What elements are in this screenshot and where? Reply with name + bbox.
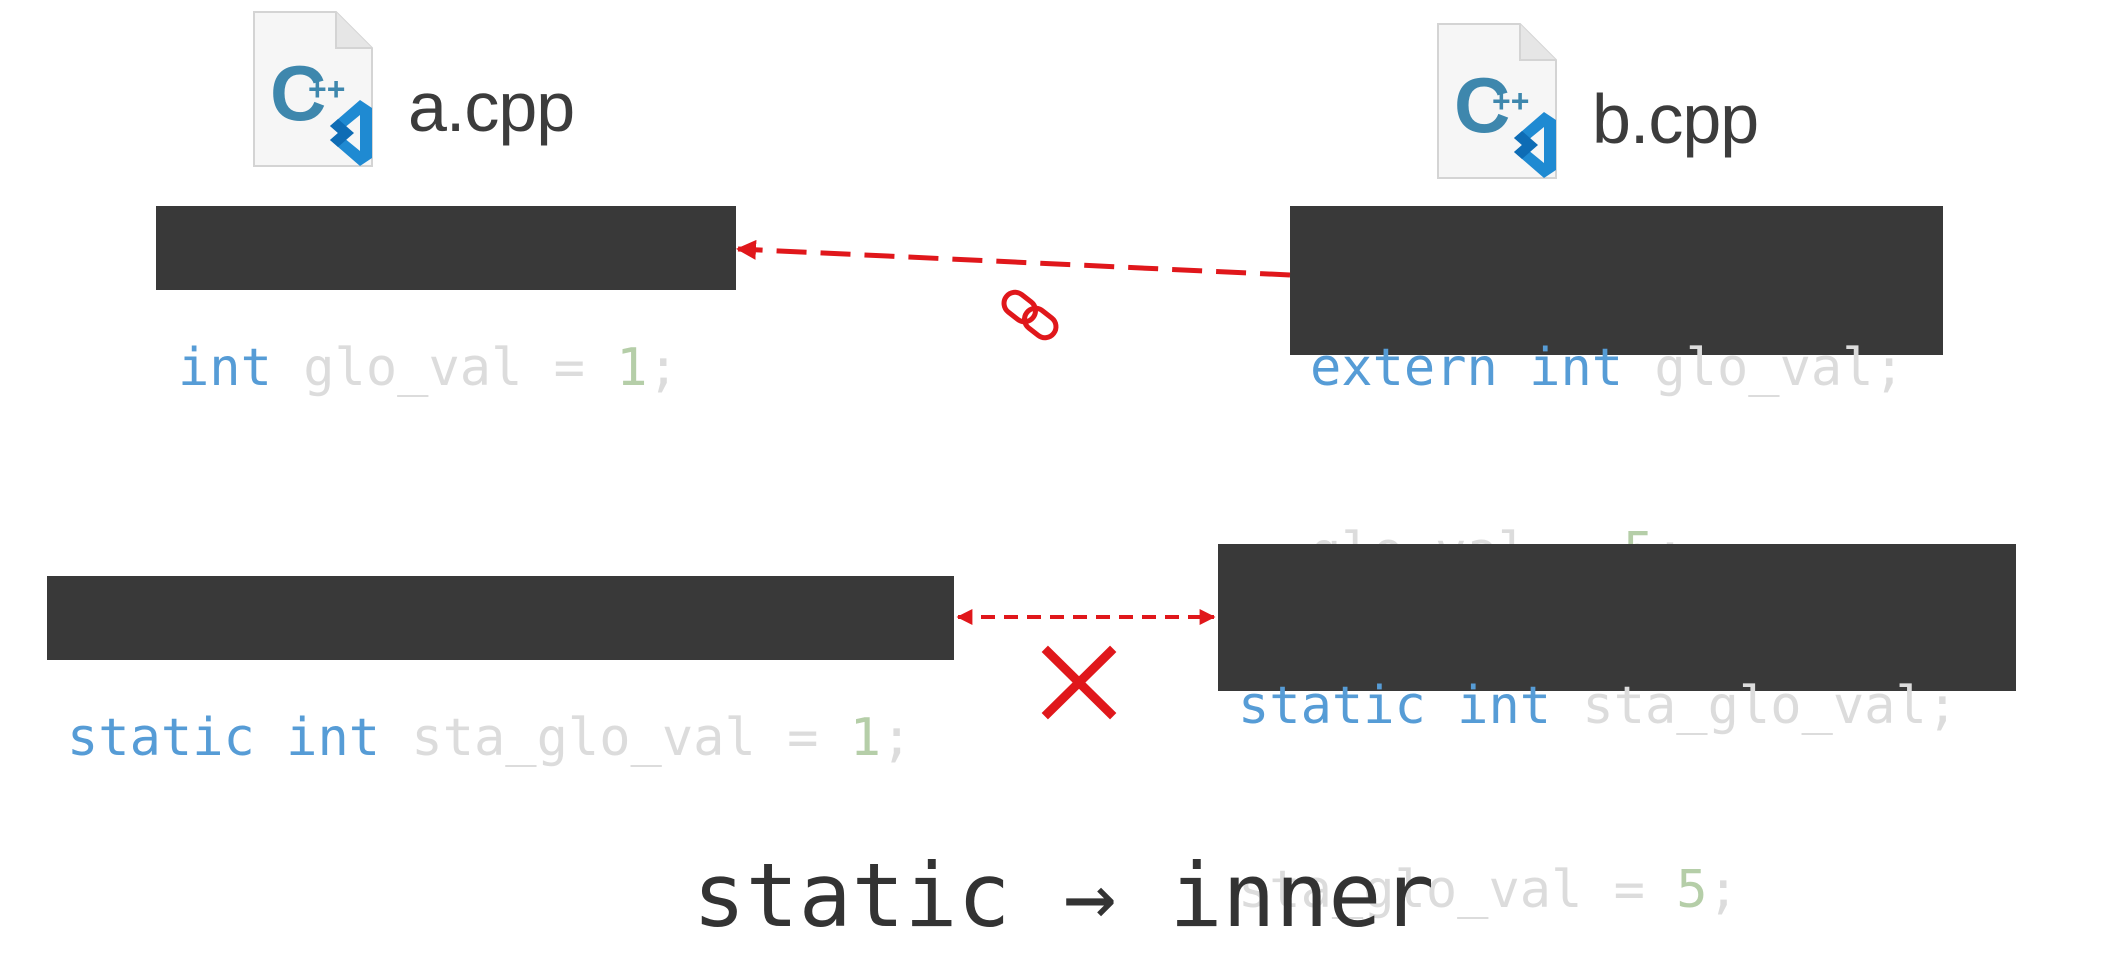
keyword-token: int [286,708,381,768]
code-text: glo_val; [1623,338,1905,398]
code-block-a-global: int glo_val = 1; [156,206,736,398]
cpp-file-icon-a: C ++ [253,11,373,167]
code-block-a-static: static int sta_glo_val = 1; [47,576,954,768]
cpp-file-icon-b: C ++ [1437,23,1557,179]
keyword-token: static [1238,676,1426,736]
link-icon [1001,289,1059,341]
keyword-token: int [178,338,272,398]
file-name-a: a.cpp [408,68,575,146]
link-connector-line [736,239,1291,278]
code-text: sta_glo_val; [1551,676,1959,736]
keyword-token: int [1529,338,1624,398]
keyword-token: extern [1310,338,1498,398]
code-text: sta_glo_val = [380,708,850,768]
number-token: 1 [849,708,881,768]
code-line: int glo_val = 1; [178,336,736,400]
code-block-b-global: extern int glo_val; glo_val = 5; [1290,206,1943,582]
code-line: static int sta_glo_val = 1; [67,706,954,770]
code-line: static int sta_glo_val; [1238,674,2016,738]
cpp-plus: ++ [1492,83,1529,119]
code-block-b-static: static int sta_glo_val; sta_glo_val = 5; [1218,544,2016,920]
code-text: glo_val = [271,338,617,398]
number-token: 1 [616,338,648,398]
code-line: extern int glo_val; [1310,336,1943,400]
keyword-token: int [1457,676,1552,736]
cpp-plus: ++ [308,71,345,107]
code-text: ; [881,708,913,768]
cross-icon [1041,645,1117,720]
file-name-b: b.cpp [1592,80,1759,158]
keyword-token: static [67,708,255,768]
code-text: ; [647,338,679,398]
caption: static → inner [692,844,1435,947]
